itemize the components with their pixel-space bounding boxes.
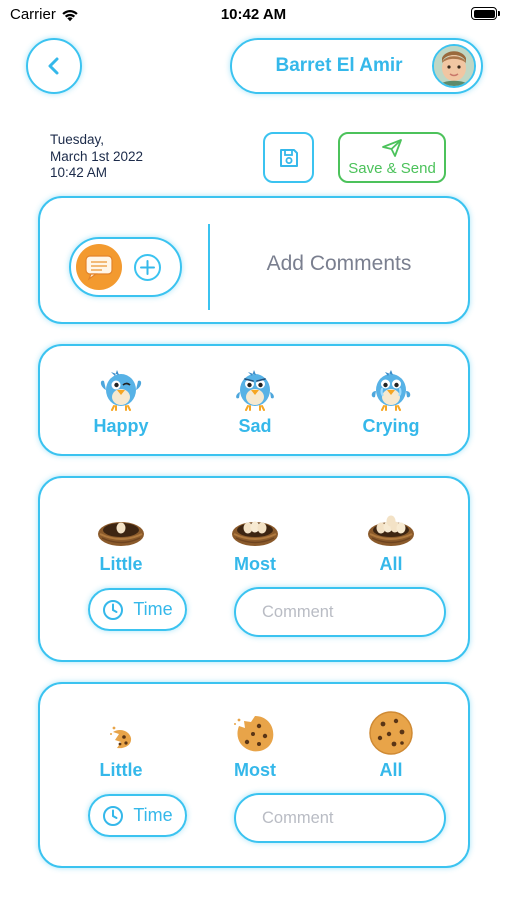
cookie-little-icon xyxy=(110,726,132,749)
mood-label-happy: Happy xyxy=(93,416,149,436)
eggs-meal-card: Little Most All Time Comment xyxy=(38,476,470,662)
comment-bubble-button[interactable] xyxy=(76,244,122,290)
save-button[interactable] xyxy=(263,132,314,183)
eggs-label-most: Most xyxy=(234,554,276,574)
cookie-most-icon xyxy=(234,716,274,752)
child-name-pill[interactable]: Barret El Amir xyxy=(230,38,483,94)
cookies-label-all: All xyxy=(379,760,403,780)
cookies-time-button[interactable]: Time xyxy=(88,794,187,837)
eggs-label-all: All xyxy=(379,554,403,574)
cookies-option-most[interactable]: Most xyxy=(200,712,310,781)
status-bar: Carrier 10:42 AM xyxy=(0,0,507,30)
child-name: Barret El Amir xyxy=(275,55,403,76)
add-comments-button[interactable]: Add Comments xyxy=(210,252,468,276)
mood-label-crying: Crying xyxy=(362,416,420,436)
comments-card: Add Comments xyxy=(38,196,470,324)
clock-icon xyxy=(103,805,124,826)
save-and-send-button[interactable]: Save & Send xyxy=(338,132,446,183)
child-avatar xyxy=(432,44,476,88)
cookies-time-label: Time xyxy=(133,805,173,825)
add-comment-plus-button[interactable] xyxy=(134,253,161,281)
child-photo-icon xyxy=(434,46,474,86)
mood-option-sad[interactable]: Sad xyxy=(200,368,310,437)
cookies-comment-input[interactable] xyxy=(262,808,444,828)
eggs-option-all[interactable]: All xyxy=(336,506,446,575)
cookies-meal-card: Little Most All Time Comment xyxy=(38,682,470,868)
cookies-option-little[interactable]: Little xyxy=(66,712,176,781)
date-time-block: Tuesday, March 1st 2022 10:42 AM xyxy=(50,132,143,182)
eggs-comment-input[interactable] xyxy=(262,602,444,622)
mood-option-happy[interactable]: Happy xyxy=(66,368,176,437)
chevron-left-icon xyxy=(48,57,59,75)
battery-icon xyxy=(471,7,500,20)
cookies-comment-field[interactable] xyxy=(234,793,446,843)
date-day: Tuesday, xyxy=(50,132,105,147)
eggs-label-little: Little xyxy=(99,554,143,574)
mood-option-crying[interactable]: Crying xyxy=(336,368,446,437)
paper-plane-icon xyxy=(382,139,402,157)
plus-icon xyxy=(140,259,155,275)
comment-toggle[interactable] xyxy=(69,237,182,297)
eggs-option-most[interactable]: Most xyxy=(200,506,310,575)
cookies-option-all[interactable]: All xyxy=(336,711,446,781)
mood-card: Happy Sad Crying xyxy=(38,344,470,456)
eggs-time-label: Time xyxy=(133,599,173,619)
nest-all-eggs-icon xyxy=(368,515,414,546)
nest-little-eggs-icon xyxy=(98,522,144,546)
nest-most-eggs-icon xyxy=(232,521,278,546)
cookies-label-most: Most xyxy=(234,760,276,780)
chat-bubble-icon xyxy=(85,255,113,281)
eggs-option-little[interactable]: Little xyxy=(66,506,176,575)
back-button[interactable] xyxy=(26,38,82,94)
mood-label-sad: Sad xyxy=(238,416,272,436)
happy-bird-icon xyxy=(100,370,142,411)
eggs-time-button[interactable]: Time xyxy=(88,588,187,631)
cookies-label-little: Little xyxy=(99,760,143,780)
floppy-disk-icon xyxy=(279,148,298,167)
clock-icon xyxy=(103,599,124,620)
date-time: 10:42 AM xyxy=(50,165,108,180)
cookie-all-icon xyxy=(369,711,413,755)
sad-bird-icon xyxy=(236,370,274,411)
eggs-comment-field[interactable] xyxy=(234,587,446,637)
crying-bird-icon xyxy=(371,370,411,411)
save-and-send-label: Save & Send xyxy=(348,160,436,177)
status-time: 10:42 AM xyxy=(220,6,287,23)
date-date: March 1st 2022 xyxy=(50,148,144,164)
